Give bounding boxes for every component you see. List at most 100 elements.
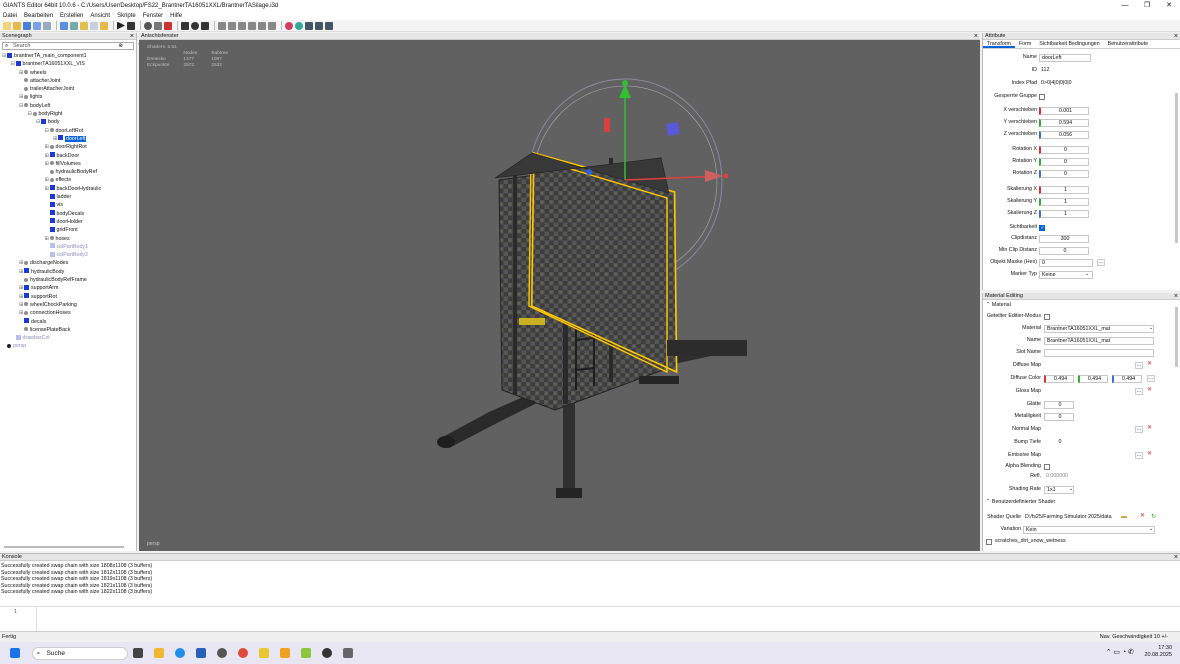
tree-item[interactable]: colPartBody2: [0, 251, 136, 259]
windows-start-icon[interactable]: [10, 648, 20, 658]
gizmo-plane-handle[interactable]: [666, 122, 680, 136]
collapse-icon[interactable]: ⊟: [45, 127, 50, 135]
settings-icon[interactable]: [305, 21, 313, 30]
material-icon[interactable]: [285, 21, 293, 30]
maximize-button[interactable]: ❐: [1136, 0, 1158, 11]
slot-name-input[interactable]: [1044, 348, 1154, 357]
select-icon[interactable]: [154, 21, 162, 30]
tree-item[interactable]: ⊟ bodyLeft: [0, 102, 136, 110]
eye-icon[interactable]: [127, 21, 135, 30]
diffuse-map-browse-button[interactable]: ...: [1135, 362, 1143, 369]
system-tray-icons[interactable]: ⌃ ▭ ◔ ✆: [1106, 648, 1134, 656]
translate-x-input[interactable]: 0.001: [1039, 106, 1089, 115]
shader-param-checkbox[interactable]: [986, 538, 992, 545]
tree-item[interactable]: ⊞ dischargeNodes: [0, 259, 136, 267]
foliage-icon[interactable]: [248, 21, 256, 30]
min-clip-input[interactable]: 0: [1039, 246, 1089, 255]
object-mask-input[interactable]: 0: [1039, 258, 1093, 267]
clear-search-icon[interactable]: ⊗: [118, 43, 123, 50]
vertical-scrollbar[interactable]: [1175, 307, 1178, 367]
visibility-checkbox[interactable]: [1039, 224, 1045, 233]
minimize-button[interactable]: —: [1114, 0, 1136, 11]
brush-icon[interactable]: [258, 21, 266, 30]
search-input[interactable]: ⌕ Search ⊗ ⊽: [2, 42, 142, 50]
menu-skripte[interactable]: Skripte: [117, 13, 136, 19]
tab-transform[interactable]: Transform: [983, 40, 1015, 48]
tree-item[interactable]: ⊞ fillVolumes: [0, 160, 136, 168]
translate-y-input[interactable]: 0.594: [1039, 118, 1089, 127]
clear-icon[interactable]: ✕: [1147, 424, 1152, 433]
play-icon[interactable]: [117, 21, 125, 30]
menu-datei[interactable]: Datei: [3, 13, 17, 19]
terrain-icon[interactable]: [228, 21, 236, 30]
tab-user-attributes[interactable]: Benutzerattribute: [1104, 40, 1152, 48]
close-icon[interactable]: ×: [1174, 554, 1178, 561]
tree-item[interactable]: ⊞ backDoorHydraulic: [0, 185, 136, 193]
expand-icon[interactable]: ⊞: [45, 143, 50, 151]
obs-icon[interactable]: [322, 648, 332, 658]
tree-item[interactable]: ⊟ doorLeftRot: [0, 127, 136, 135]
new-file-icon[interactable]: [3, 21, 11, 30]
undo-icon[interactable]: [60, 21, 68, 30]
close-icon[interactable]: ×: [1174, 293, 1178, 300]
tree-item[interactable]: ⊟ brantnerTA_main_component1: [0, 52, 136, 60]
tree-item[interactable]: drawbarCol: [0, 334, 136, 342]
tree-item[interactable]: ⊟ brantnerTA16051XXL_VIS: [0, 60, 136, 68]
diffuse-r-input[interactable]: 0.494: [1044, 374, 1074, 383]
smoothness-input[interactable]: 0: [1044, 400, 1074, 409]
display-icon[interactable]: [325, 21, 333, 30]
custom-shader-section-header[interactable]: ⌃ Benutzerdefinierter Shader: [986, 499, 1055, 505]
store-icon[interactable]: [196, 648, 206, 658]
tool-icon[interactable]: [268, 21, 276, 30]
taskbar-search[interactable]: ⌕ Suche: [31, 646, 128, 660]
save-as-icon[interactable]: [33, 21, 41, 30]
copy-icon[interactable]: [90, 21, 98, 30]
menu-hilfe[interactable]: Hilfe: [170, 13, 182, 19]
tree-item[interactable]: vis: [0, 201, 136, 209]
rotation-y-input[interactable]: 0: [1039, 157, 1089, 166]
shader-source-value[interactable]: D:/fs25/Farming Simulator 2025/data: [1023, 513, 1119, 522]
metallic-input[interactable]: 0: [1044, 412, 1074, 421]
zoom-icon[interactable]: [144, 21, 152, 30]
tree-item[interactable]: trailerAttacherJoint: [0, 85, 136, 93]
tree-item[interactable]: ⊞ wheelChockParking: [0, 301, 136, 309]
giants-editor-icon[interactable]: [259, 648, 269, 658]
object-mask-browse-button[interactable]: ...: [1097, 259, 1105, 266]
rotation-x-input[interactable]: 0: [1039, 145, 1089, 154]
clear-icon[interactable]: ✕: [1147, 450, 1152, 459]
file-explorer-icon[interactable]: [154, 648, 164, 658]
diffuse-b-input[interactable]: 0.494: [1112, 374, 1142, 383]
menu-bearbeiten[interactable]: Bearbeiten: [24, 13, 53, 19]
tree-item[interactable]: ⊞ backDoor: [0, 152, 136, 160]
collapse-icon[interactable]: ⊟: [28, 110, 33, 118]
clip-distance-input[interactable]: 300: [1039, 234, 1089, 243]
clear-icon[interactable]: ✕: [1147, 386, 1152, 395]
vertical-scrollbar[interactable]: [1175, 93, 1178, 243]
close-icon[interactable]: ×: [1174, 33, 1178, 40]
menu-erstellen[interactable]: Erstellen: [60, 13, 83, 19]
tree-item[interactable]: ⊞ hoses: [0, 235, 136, 243]
menu-ansicht[interactable]: Ansicht: [90, 13, 110, 19]
settings-icon[interactable]: [217, 648, 227, 658]
bump-depth-input[interactable]: 0: [1044, 438, 1074, 447]
gloss-map-browse-button[interactable]: ...: [1135, 388, 1143, 395]
chrome-icon[interactable]: [238, 648, 248, 658]
tree-item[interactable]: hydraulicBodyRef: [0, 168, 136, 176]
close-icon[interactable]: ×: [974, 33, 978, 40]
expand-icon[interactable]: ⊞: [45, 235, 50, 243]
notepad-plus-icon[interactable]: [301, 648, 311, 658]
rotate-icon[interactable]: [191, 21, 199, 30]
clock[interactable]: 17:30 20.08.2025: [1144, 645, 1172, 659]
tree-item[interactable]: ⊞ supportRot: [0, 293, 136, 301]
tree-item[interactable]: ⊞ lights: [0, 93, 136, 101]
shader-icon[interactable]: [295, 21, 303, 30]
snap-icon[interactable]: [218, 21, 226, 30]
clear-icon[interactable]: ✕: [1147, 360, 1152, 369]
viewport-3d-render[interactable]: [139, 40, 980, 551]
close-icon[interactable]: ×: [130, 33, 134, 40]
tree-item[interactable]: ⊟ bodyRight: [0, 110, 136, 118]
tree-item[interactable]: attacherJoint: [0, 77, 136, 85]
paste-icon[interactable]: [100, 21, 108, 30]
scale-z-input[interactable]: 1: [1039, 209, 1089, 218]
open-file-icon[interactable]: [13, 21, 21, 30]
